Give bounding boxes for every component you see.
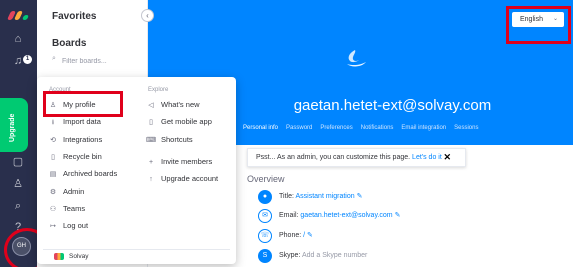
menu-item-label: Shortcuts xyxy=(161,135,193,144)
menu-item-label: Upgrade account xyxy=(161,174,219,183)
solvay-logo-icon xyxy=(347,50,366,67)
menu-item-upgrade-account[interactable]: ↑ Upgrade account xyxy=(145,172,218,186)
overview-title: Overview xyxy=(247,174,285,184)
phone-icon: ☏ xyxy=(258,229,272,243)
menu-item-label: Log out xyxy=(63,221,89,230)
field-skype-value[interactable]: Add a Skype number xyxy=(302,252,367,259)
tip-text: Psst... As an admin, you can customize t… xyxy=(256,154,411,161)
person-icon: ● xyxy=(258,190,272,204)
plus-icon: + xyxy=(148,159,154,166)
teams-icon: ⚇ xyxy=(49,206,57,213)
menu-divider xyxy=(43,249,230,250)
archive-icon: ▤ xyxy=(49,171,57,178)
menu-item-label: Get mobile app xyxy=(161,117,212,126)
menu-item-shortcuts[interactable]: ⌨ Shortcuts xyxy=(145,133,193,147)
explore-header: Explore xyxy=(148,87,169,93)
menu-item-label: What's new xyxy=(161,100,200,109)
gear-icon: ⚙ xyxy=(49,189,57,196)
menu-item-label: Recycle bin xyxy=(63,152,102,161)
menu-item-import-data[interactable]: ⭳ Import data xyxy=(47,115,101,129)
trash-icon: ▯ xyxy=(51,154,55,161)
account-name: Solvay xyxy=(69,253,89,260)
menu-item-whats-new[interactable]: ◁ What's new xyxy=(145,98,200,112)
field-phone-label: Phone: xyxy=(279,232,302,239)
monday-logo-icon[interactable] xyxy=(6,10,30,20)
edit-icon[interactable]: ✎ xyxy=(395,212,401,219)
edit-icon[interactable]: ✎ xyxy=(357,193,363,200)
tab-personal-info[interactable]: Personal info xyxy=(243,125,278,131)
email-icon: ✉ xyxy=(258,209,272,223)
megaphone-icon: ◁ xyxy=(148,102,154,109)
menu-item-label: Integrations xyxy=(63,135,103,144)
inbox-icon[interactable]: ▢ xyxy=(9,155,27,169)
tip-link[interactable]: Let's do it xyxy=(412,154,442,161)
upgrade-button[interactable]: Upgrade xyxy=(0,98,28,152)
monday-logo-icon xyxy=(54,252,64,260)
language-highlight-box xyxy=(506,6,571,44)
skype-icon: S xyxy=(258,249,272,263)
person-add-icon[interactable]: ♙ xyxy=(9,177,27,191)
menu-item-teams[interactable]: ⚇ Teams xyxy=(47,202,85,216)
tab-preferences[interactable]: Preferences xyxy=(320,125,352,131)
field-title-value[interactable]: Assistant migration xyxy=(295,193,354,200)
notification-badge: 1 xyxy=(23,55,32,64)
left-rail: ⌂ ♫ 1 Upgrade ▢ ♙ ⌕ ? GH xyxy=(0,0,37,267)
field-email-value[interactable]: gaetan.hetet-ext@solvay.com xyxy=(300,212,392,219)
menu-item-label: Teams xyxy=(63,204,86,213)
field-skype-label: Skype: xyxy=(279,252,301,259)
menu-item-log-out[interactable]: ↦ Log out xyxy=(47,219,88,233)
favorites-title[interactable]: Favorites xyxy=(52,11,96,22)
menu-item-label: Import data xyxy=(63,117,101,126)
import-icon: ⭳ xyxy=(51,119,55,126)
field-email-label: Email: xyxy=(279,212,299,219)
search-icon: ⌕ xyxy=(52,55,56,62)
home-icon[interactable]: ⌂ xyxy=(9,32,27,46)
menu-item-admin[interactable]: ⚙ Admin xyxy=(47,185,84,199)
menu-item-archived-boards[interactable]: ▤ Archived boards xyxy=(47,167,118,181)
field-title-label: Title: xyxy=(279,193,294,200)
tab-sessions[interactable]: Sessions xyxy=(454,125,478,131)
account-switcher[interactable]: Solvay xyxy=(54,251,89,263)
menu-item-recycle-bin[interactable]: ▯ Recycle bin xyxy=(47,150,102,164)
menu-item-label: Archived boards xyxy=(63,169,118,178)
menu-item-integrations[interactable]: ⟲ Integrations xyxy=(47,133,102,147)
logout-icon: ↦ xyxy=(50,223,56,230)
close-icon[interactable]: ✕ xyxy=(443,149,451,166)
admin-tip-banner: Psst... As an admin, you can customize t… xyxy=(247,148,466,167)
keyboard-icon: ⌨ xyxy=(145,137,157,144)
profile-tabs: Personal info Password Preferences Notif… xyxy=(243,125,478,131)
mobile-icon: ▯ xyxy=(149,119,153,126)
integrations-icon: ⟲ xyxy=(50,137,56,144)
tab-notifications[interactable]: Notifications xyxy=(361,125,394,131)
tab-password[interactable]: Password xyxy=(286,125,312,131)
edit-icon[interactable]: ✎ xyxy=(307,232,313,239)
my-profile-highlight-box xyxy=(43,91,123,117)
menu-item-label: Admin xyxy=(63,187,85,196)
upgrade-label: Upgrade xyxy=(9,113,16,142)
collapse-panel-button[interactable]: ‹ xyxy=(141,9,154,22)
field-phone-value[interactable]: / xyxy=(303,232,305,239)
filter-boards-input[interactable] xyxy=(62,56,142,66)
menu-item-label: Invite members xyxy=(161,157,213,166)
arrow-up-icon: ↑ xyxy=(149,176,153,183)
menu-item-get-mobile-app[interactable]: ▯ Get mobile app xyxy=(145,115,212,129)
boards-title: Boards xyxy=(52,38,87,49)
tab-email-integration[interactable]: Email integration xyxy=(401,125,446,131)
search-icon[interactable]: ⌕ xyxy=(9,199,27,213)
menu-item-invite-members[interactable]: + Invite members xyxy=(145,155,212,169)
